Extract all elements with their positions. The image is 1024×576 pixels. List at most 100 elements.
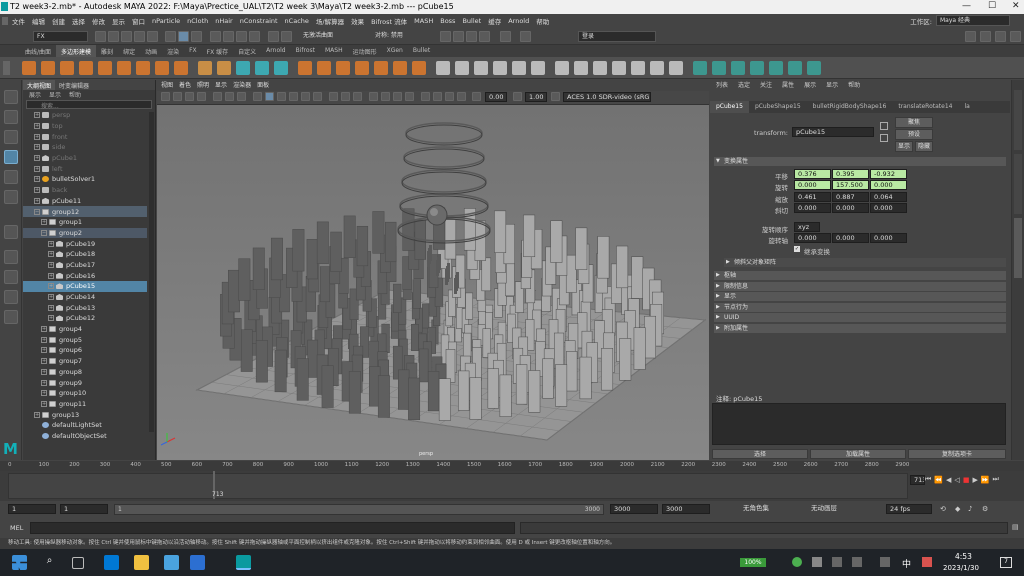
paint-select-icon[interactable]	[4, 130, 18, 144]
domino-mesh[interactable]	[631, 256, 644, 299]
shelf-tab[interactable]: MASH	[320, 45, 348, 57]
viewport-menu-item[interactable]: 着色	[179, 80, 191, 91]
time-track[interactable]	[8, 473, 908, 499]
mail-icon[interactable]	[164, 555, 179, 570]
viewport-menu-item[interactable]: 渲染器	[233, 80, 251, 91]
lasso-tool-icon[interactable]	[4, 110, 18, 124]
exposure-reset-icon[interactable]	[472, 92, 481, 101]
wireframe-icon[interactable]	[253, 92, 262, 101]
domino-mesh[interactable]	[601, 348, 614, 391]
domino-mesh[interactable]	[566, 351, 578, 392]
app-icon[interactable]	[190, 555, 205, 570]
domino-mesh[interactable]	[240, 329, 253, 372]
shelf-tool-icon[interactable]	[788, 61, 802, 75]
step-back-frame-icon[interactable]: ◀	[946, 476, 951, 484]
attr-menu-item[interactable]: 关注	[760, 80, 772, 91]
expand-icon[interactable]: +	[41, 219, 47, 226]
shelf-tab[interactable]: Arnold	[261, 45, 290, 57]
outliner-item[interactable]: + pCube19	[23, 238, 147, 249]
clock-date[interactable]: 2023/1/30	[943, 564, 979, 572]
select-component-icon[interactable]	[191, 31, 202, 42]
attr-section[interactable]: 附加属性	[714, 323, 1006, 333]
maya-taskbar-icon[interactable]	[236, 555, 251, 570]
domino-mesh[interactable]	[427, 251, 430, 267]
domino-mesh[interactable]	[393, 283, 402, 313]
xray-joints-icon[interactable]	[393, 92, 402, 101]
minimize-button[interactable]: —	[962, 1, 971, 11]
domino-mesh[interactable]	[306, 239, 318, 280]
domino-mesh[interactable]	[427, 371, 440, 412]
shelf-tool-icon[interactable]	[236, 61, 250, 75]
domino-mesh[interactable]	[469, 377, 482, 420]
toggle-tool-settings-icon[interactable]	[995, 31, 1006, 42]
domino-mesh[interactable]	[565, 254, 577, 293]
domino-mesh[interactable]	[619, 338, 632, 381]
node-tab[interactable]: translateRotate14	[892, 101, 958, 113]
transform-name-field[interactable]: pCube15	[792, 127, 874, 137]
shelf-tool-icon[interactable]	[669, 61, 683, 75]
shelf-tab[interactable]: 雕刻	[96, 45, 118, 57]
outliner-item[interactable]: + pCube11	[23, 196, 147, 207]
presets-button[interactable]: 预设	[895, 129, 933, 140]
outliner-item[interactable]: + group10	[23, 388, 147, 399]
shelf-tool-icon[interactable]	[750, 61, 764, 75]
attr-field-x[interactable]: 0.000	[794, 202, 831, 213]
attr-field-z[interactable]: 0.064	[870, 191, 907, 202]
volume-icon[interactable]	[852, 557, 862, 567]
domino-mesh[interactable]	[316, 221, 329, 264]
attr-menu-item[interactable]: 属性	[782, 80, 794, 91]
outliner-item[interactable]: + back	[23, 185, 147, 196]
menu-item[interactable]: Bifrost 流体	[371, 16, 407, 26]
backface-culling-icon[interactable]	[405, 92, 414, 101]
viewport-menu-item[interactable]: 显示	[215, 80, 227, 91]
shelf-tool-icon[interactable]	[412, 61, 426, 75]
snap-grid-icon[interactable]	[268, 31, 279, 42]
domino-mesh[interactable]	[555, 364, 568, 407]
step-back-key-icon[interactable]: ⏪	[934, 476, 943, 484]
move-tool-icon[interactable]	[4, 150, 18, 164]
menu-item[interactable]: nCache	[285, 17, 309, 25]
domino-mesh[interactable]	[377, 375, 390, 418]
new-scene-icon[interactable]	[95, 31, 106, 42]
clock-time[interactable]: 4:53	[955, 552, 972, 561]
shelf-tool-icon[interactable]	[155, 61, 169, 75]
outliner-item[interactable]: + pCube15	[23, 281, 147, 292]
step-forward-frame-icon[interactable]: ▶	[972, 476, 977, 484]
film-gate-icon[interactable]	[225, 92, 234, 101]
outliner-item[interactable]: + pCube13	[23, 302, 147, 313]
outliner-item[interactable]: − group12	[23, 206, 147, 217]
go-to-start-icon[interactable]: ⏮	[925, 475, 931, 484]
shelf-tool-icon[interactable]	[198, 61, 212, 75]
outliner-item[interactable]: + front	[23, 131, 147, 142]
sound-icon[interactable]: ♪	[968, 505, 972, 513]
domino-mesh[interactable]	[465, 292, 473, 320]
character-set-dropdown[interactable]: 无角色集	[740, 504, 785, 514]
go-to-end-icon[interactable]: ⏭	[993, 475, 999, 484]
attr-menu-item[interactable]: 帮助	[848, 80, 860, 91]
attr-field-y[interactable]: 0.887	[832, 191, 869, 202]
outliner-item[interactable]: + pCube17	[23, 260, 147, 271]
expand-icon[interactable]: +	[34, 112, 40, 119]
domino-mesh[interactable]	[418, 348, 429, 383]
inherit-transform-checkbox[interactable]: ✓	[794, 246, 800, 252]
outliner-item[interactable]: + pCube16	[23, 270, 147, 281]
domino-mesh[interactable]	[330, 231, 342, 272]
attr-field-x[interactable]: 0.461	[794, 191, 831, 202]
rotate-order-dropdown[interactable]: xyz	[794, 222, 820, 232]
single-pane-layout-icon[interactable]	[4, 250, 18, 264]
domino-mesh[interactable]	[319, 266, 331, 303]
attr-field-z[interactable]: -0.932	[870, 169, 907, 179]
search-icon[interactable]: ⌕	[42, 555, 57, 570]
domino-mesh[interactable]	[633, 327, 646, 370]
playback-end-field[interactable]: 3000	[610, 504, 658, 514]
scale-tool-icon[interactable]	[4, 190, 18, 204]
expand-icon[interactable]: +	[48, 304, 54, 311]
tray-app-icon[interactable]	[792, 557, 802, 567]
viewport-menu-item[interactable]: 照明	[197, 80, 209, 91]
outliner-item[interactable]: + pCube12	[23, 313, 147, 324]
menu-item[interactable]: Arnold	[508, 17, 529, 25]
outliner-item[interactable]: + persp	[23, 110, 147, 121]
domino-mesh[interactable]	[575, 227, 588, 270]
node-tab[interactable]: pCube15	[710, 101, 749, 113]
sogou-icon[interactable]	[922, 557, 932, 567]
